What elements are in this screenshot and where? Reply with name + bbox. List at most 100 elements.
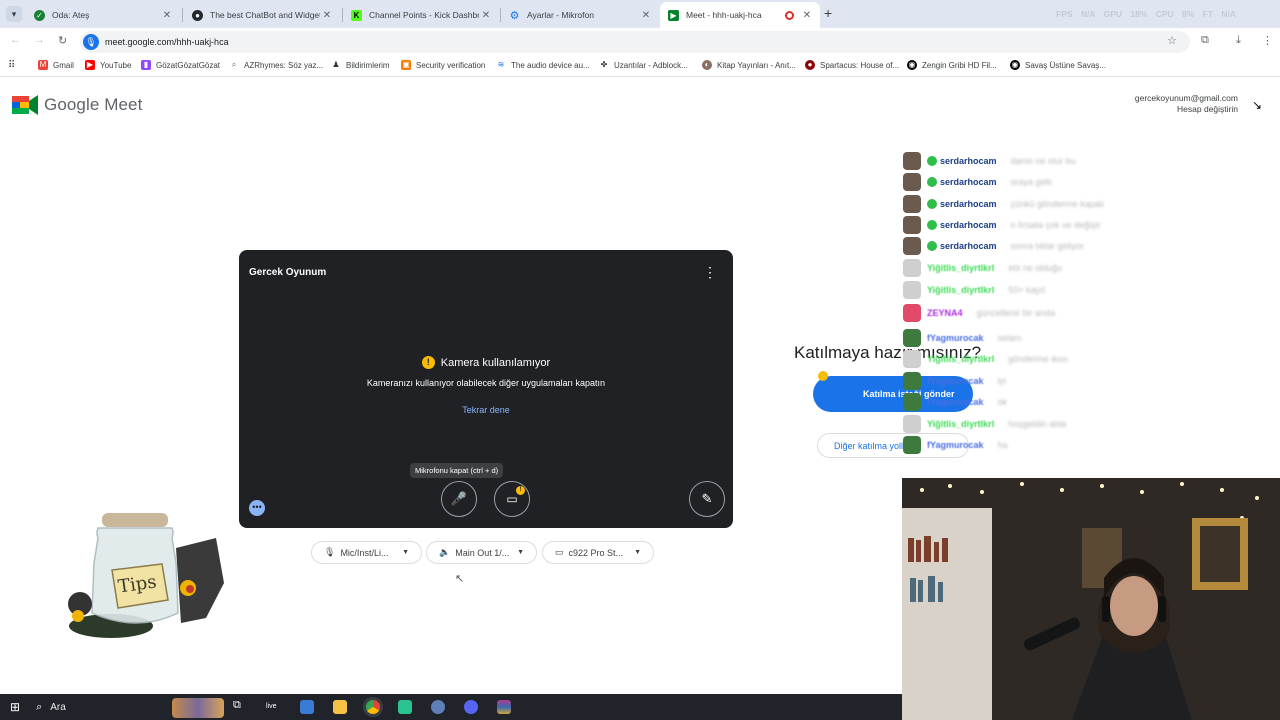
camera-warning-title: Kamera kullanılamıyor	[440, 356, 551, 369]
bookmark-star-icon[interactable]: ☆	[1167, 34, 1177, 47]
bookmark-label: The audio device au...	[511, 60, 590, 70]
avatar	[903, 350, 921, 368]
task-view-icon[interactable]: ⧉	[233, 699, 247, 713]
settings-icon[interactable]	[431, 700, 445, 714]
bookmark-kitap[interactable]: ◐ Kitap Yayınları - Anıt...	[702, 60, 796, 70]
more-options-icon[interactable]: ⋮	[703, 264, 717, 281]
url-text: meet.google.com/hhh-uakj-hca	[105, 37, 229, 47]
browser-toolbar: ← → ↻ 🎙 meet.google.com/hhh-uakj-hca ☆ ⧉…	[0, 28, 1280, 56]
gmail-icon: M	[38, 60, 48, 70]
bookmark-zengin[interactable]: ◉ Zengin Gribi HD Fil...	[907, 60, 997, 70]
tab-meet[interactable]: ▶ Meet - hhh-uakj-hca ✕	[660, 2, 820, 28]
menu-icon[interactable]: ⋮	[1262, 34, 1273, 47]
switch-account-link[interactable]: Hesap değiştirin	[1135, 104, 1238, 115]
puzzle-icon: ✤	[600, 60, 608, 69]
chat-message: Yiğitlis_diyrtlkrl ebi ne olduğu	[903, 259, 1062, 277]
reload-icon[interactable]: ↻	[58, 34, 67, 47]
tips-jar: Tips	[66, 508, 231, 640]
file-explorer-icon[interactable]	[333, 700, 347, 714]
bookmark-bildirim[interactable]: ♟ Bildirimlerim	[331, 60, 389, 70]
retry-button[interactable]: Tekrar dene	[239, 405, 733, 415]
new-tab-button[interactable]: +	[824, 5, 832, 21]
site-info-icon[interactable]: 🎙	[83, 34, 99, 50]
speaker-select[interactable]: 🔈 Main Out 1/... ▼	[426, 541, 537, 564]
twitch-icon: ▮	[141, 60, 151, 70]
chrome-icon[interactable]	[366, 700, 380, 714]
apps-icon[interactable]: ⠿	[8, 60, 15, 71]
mic-toggle-button[interactable]: 🎤	[441, 481, 477, 517]
chat-message: ZEYNA4 güncellenir bir anda	[903, 304, 1055, 322]
camera-device-label: c922 Pro St...	[568, 547, 624, 558]
verified-icon	[927, 156, 937, 166]
chat-username: serdarhocam	[940, 220, 997, 230]
chat-username: Yiğitlis_diyrtlkrl	[927, 354, 995, 364]
account-info: gercekoyunum@gmail.com Hesap değiştirin	[1135, 93, 1238, 115]
chat-username: ZEYNA4	[927, 308, 963, 318]
winrar-icon[interactable]	[497, 700, 511, 714]
effects-button[interactable]: ✎	[689, 481, 725, 517]
chat-username: fYagmurocak	[927, 333, 984, 343]
speaker-device-label: Main Out 1/...	[455, 547, 510, 558]
bookmark-savas[interactable]: ◉ Savaş Üstüne Savaş...	[1010, 60, 1106, 70]
close-icon[interactable]: ✕	[479, 10, 493, 21]
tab-search-button[interactable]: ▾	[6, 6, 22, 22]
green-shield-icon: ✓	[34, 9, 45, 21]
extensions-icon[interactable]: ⧉	[1201, 34, 1209, 47]
verified-icon	[927, 177, 937, 187]
tab-separator	[182, 8, 183, 22]
bookmark-adblock[interactable]: ✤ Uzantılar - Adblock...	[599, 60, 688, 70]
chat-message: Yiğitlis_diyrtlkrl gönderme ikon	[903, 350, 1068, 368]
bookmark-spartacus[interactable]: ● Spartacus: House of...	[805, 60, 899, 70]
back-icon[interactable]: ←	[10, 34, 21, 46]
more-actions-icon[interactable]: •••	[249, 500, 265, 516]
mic-device-label: Mic/Inst/Li...	[340, 547, 389, 558]
bell-icon: ♟	[332, 60, 340, 69]
camera-warning-badge-icon: !	[516, 486, 525, 495]
forward-icon[interactable]: →	[34, 34, 45, 46]
discord-icon[interactable]	[464, 700, 478, 714]
camera-warning: ! Kamera kullanılamıyor Kameranızı kulla…	[239, 356, 733, 415]
chat-text: güncellenir bir anda	[976, 308, 1056, 318]
meet-logo[interactable]: Google Meet	[12, 94, 142, 116]
chat-text: hoşgeldin abla	[1008, 419, 1067, 429]
address-bar[interactable]: 🎙 meet.google.com/hhh-uakj-hca	[80, 31, 1190, 53]
tab-kick[interactable]: K Channel Points - Kick Dashboar ✕	[343, 2, 499, 28]
camera-select[interactable]: ▭ c922 Pro St... ▼	[542, 541, 654, 564]
taskbar-search-icon[interactable]: ⌕	[36, 701, 42, 714]
tab-settings-mic[interactable]: ⚙ Ayarlar - Mikrofon ✕	[501, 2, 659, 28]
bookmark-security[interactable]: ▣ Security verification	[401, 60, 485, 70]
bookmark-gmail[interactable]: M Gmail	[38, 60, 74, 70]
bookmark-audio[interactable]: ≋ The audio device au...	[496, 60, 590, 70]
close-icon[interactable]: ✕	[160, 10, 174, 21]
close-icon[interactable]: ✕	[320, 10, 334, 21]
tab-chatbot[interactable]: ● The best ChatBot and Widgets ✕	[184, 2, 340, 28]
meet-logo-text: Google Meet	[44, 95, 143, 114]
tab-title: Channel Points - Kick Dashboar	[369, 10, 479, 20]
close-icon[interactable]: ✕	[639, 10, 653, 21]
avatar	[903, 281, 921, 299]
warning-icon: !	[421, 356, 435, 369]
camera-toggle-button[interactable]: ▭ !	[494, 481, 530, 517]
windows-start-icon[interactable]: ⊞	[10, 700, 20, 714]
mic-tooltip: Mikrofonu kapat (ctrl + d)	[410, 463, 504, 478]
bookmark-youtube[interactable]: ▶ YouTube	[85, 60, 131, 70]
store-icon[interactable]	[300, 700, 314, 714]
taskbar-search-input[interactable]: Ara	[50, 702, 66, 713]
download-icon[interactable]: ⤓	[1236, 34, 1241, 47]
xbox-icon[interactable]	[398, 700, 412, 714]
chat-username: serdarhocam	[940, 177, 997, 187]
chat-username: fYagmurocak	[927, 440, 984, 450]
performance-overlay: FPS N/A GPU 18% CPU 8% FT N/A	[1056, 9, 1237, 19]
bookmark-azrhymes[interactable]: ⌕ AZRhymes: Söz yaz...	[229, 60, 323, 70]
chat-message: fYagmurocak selam	[903, 329, 1022, 347]
tab-oda[interactable]: ✓ Oda: Ateş ✕	[26, 2, 180, 28]
bookmark-gozat[interactable]: ▮ GözatGözatGözat	[141, 60, 220, 70]
gear-icon: ⚙	[509, 9, 520, 22]
close-icon[interactable]: ✕	[800, 10, 814, 21]
chat-text: damn ne olur bu	[1010, 156, 1076, 166]
chat-username: fYagmurocak	[927, 376, 984, 386]
chat-text: ebi ne olduğu	[1008, 263, 1063, 273]
live-app-icon[interactable]: live	[266, 703, 280, 717]
microphone-select[interactable]: 🎙 Mic/Inst/Li... ▼	[311, 541, 422, 564]
avatar	[903, 372, 921, 390]
